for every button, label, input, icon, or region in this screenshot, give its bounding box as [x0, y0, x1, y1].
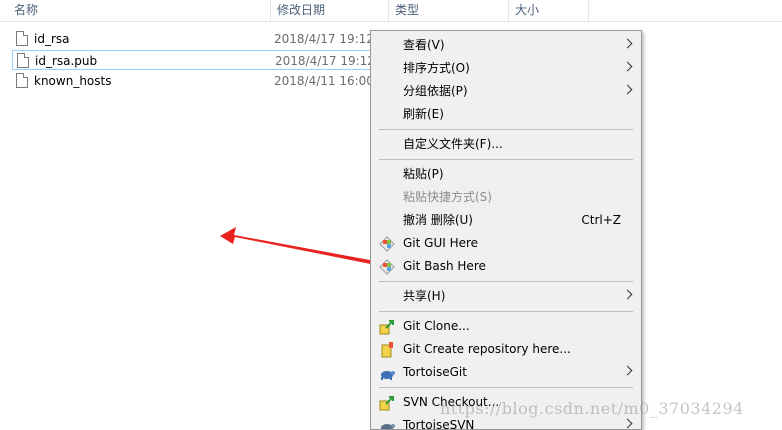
menu-item-paste[interactable]: 粘贴(P)	[371, 163, 641, 186]
git-create-repo-icon	[381, 342, 393, 358]
file-row-id-rsa-pub[interactable]: id_rsa.pub 2018/4/17 19:12	[12, 50, 375, 70]
git-diamond-icon	[379, 259, 395, 275]
file-row-id-rsa[interactable]: id_rsa 2018/4/17 19:12	[12, 29, 374, 49]
menu-item-label: Git GUI Here	[403, 236, 479, 250]
submenu-arrow-icon	[622, 289, 633, 300]
file-icon	[16, 73, 28, 88]
menu-item-label: 自定义文件夹(F)...	[403, 137, 503, 151]
column-header-type[interactable]: 类型	[388, 0, 508, 22]
column-header-size[interactable]: 大小	[508, 0, 588, 22]
menu-item-label: TortoiseGit	[403, 365, 467, 379]
menu-separator	[379, 129, 633, 130]
menu-item-refresh[interactable]: 刷新(E)	[371, 103, 641, 126]
tortoise-svn-icon	[381, 424, 395, 429]
menu-item-label: 刷新(E)	[403, 107, 444, 121]
menu-item-label: Git Clone...	[403, 319, 470, 333]
menu-separator	[379, 281, 633, 282]
column-header-name[interactable]: 名称	[8, 0, 270, 22]
file-icon	[17, 53, 29, 68]
svn-checkout-icon	[379, 396, 394, 411]
menu-item-label: 查看(V)	[403, 38, 445, 52]
menu-item-git-clone[interactable]: Git Clone...	[371, 315, 641, 338]
file-modified-date: 2018/4/17 19:12	[274, 32, 374, 46]
menu-item-label: Git Bash Here	[403, 259, 486, 273]
watermark-url: https://blog.csdn.net/m0_37034294	[440, 399, 744, 418]
menu-item-label: 粘贴(P)	[403, 167, 444, 181]
menu-item-undo-delete[interactable]: 撤消 删除(U) Ctrl+Z	[371, 209, 641, 232]
column-header-modified[interactable]: 修改日期	[270, 0, 388, 22]
submenu-arrow-icon	[622, 418, 633, 429]
file-modified-date: 2018/4/11 16:00	[274, 74, 374, 88]
tortoise-git-icon	[381, 371, 395, 380]
menu-item-label: 撤消 删除(U)	[403, 213, 473, 227]
context-menu: 查看(V) 排序方式(O) 分组依据(P) 刷新(E) 自定义文件夹(F)...…	[370, 30, 642, 430]
menu-item-git-bash-here[interactable]: Git Bash Here	[371, 255, 641, 278]
menu-item-label: 排序方式(O)	[403, 61, 470, 75]
menu-item-label: 共享(H)	[403, 289, 446, 303]
menu-item-label: 分组依据(P)	[403, 84, 468, 98]
menu-item-view[interactable]: 查看(V)	[371, 34, 641, 57]
submenu-arrow-icon	[622, 61, 633, 72]
submenu-arrow-icon	[622, 365, 633, 376]
submenu-arrow-icon	[622, 38, 633, 49]
file-name: id_rsa	[34, 32, 70, 46]
menu-item-shortcut: Ctrl+Z	[581, 213, 621, 227]
menu-item-sort-by[interactable]: 排序方式(O)	[371, 57, 641, 80]
file-name: id_rsa.pub	[35, 54, 98, 68]
file-modified-date: 2018/4/17 19:12	[275, 54, 375, 68]
menu-item-git-create-repo[interactable]: Git Create repository here...	[371, 338, 641, 361]
submenu-arrow-icon	[622, 84, 633, 95]
menu-item-label: Git Create repository here...	[403, 342, 571, 356]
menu-separator	[379, 159, 633, 160]
menu-item-tortoise-git[interactable]: TortoiseGit	[371, 361, 641, 384]
column-divider	[588, 0, 589, 22]
column-header-row: 名称 修改日期 类型 大小	[0, 0, 782, 22]
menu-item-group-by[interactable]: 分组依据(P)	[371, 80, 641, 103]
menu-item-share[interactable]: 共享(H)	[371, 285, 641, 308]
menu-item-customize-folder[interactable]: 自定义文件夹(F)...	[371, 133, 641, 156]
menu-item-git-gui-here[interactable]: Git GUI Here	[371, 232, 641, 255]
menu-separator	[379, 387, 633, 388]
menu-separator	[379, 311, 633, 312]
file-name: known_hosts	[34, 74, 112, 88]
git-diamond-icon	[379, 236, 395, 252]
git-clone-icon	[379, 320, 394, 335]
menu-item-paste-shortcut[interactable]: 粘贴快捷方式(S)	[371, 186, 641, 209]
file-icon	[16, 31, 28, 46]
file-row-known-hosts[interactable]: known_hosts 2018/4/11 16:00	[12, 71, 374, 91]
menu-item-label: 粘贴快捷方式(S)	[403, 190, 492, 204]
annotation-arrow-shape	[220, 227, 386, 267]
